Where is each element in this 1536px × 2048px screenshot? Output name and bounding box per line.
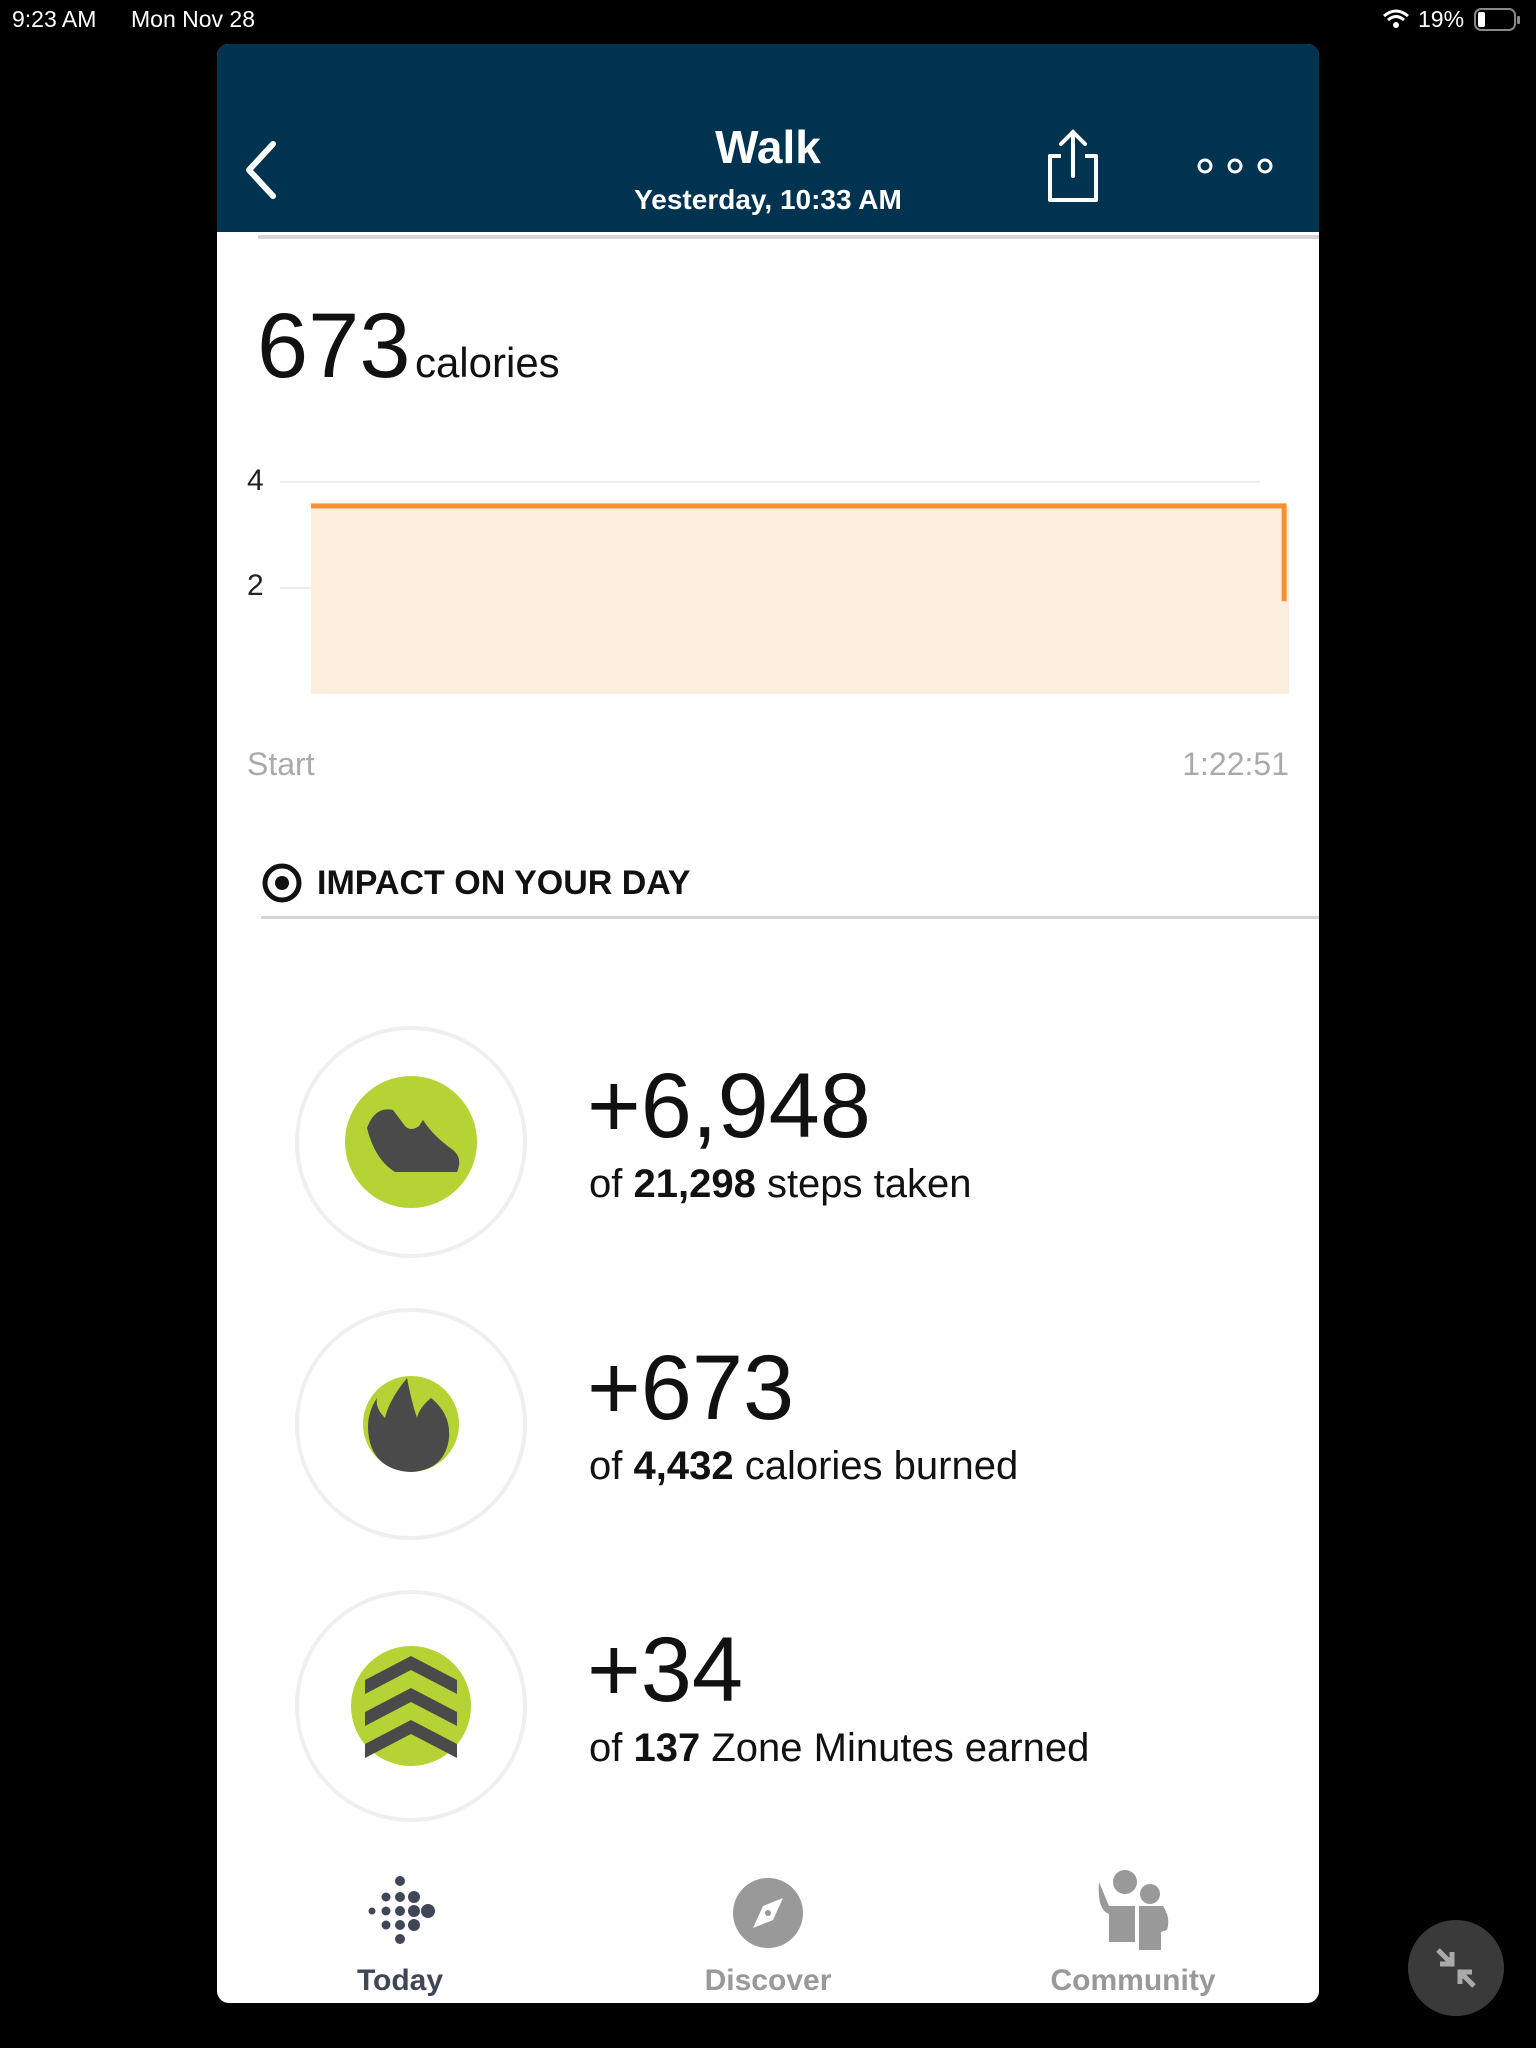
impact-total: 137 [633, 1726, 701, 1770]
battery-icon [1474, 8, 1520, 31]
calories-unit: calories [414, 339, 560, 386]
impact-total: 4,432 [633, 1444, 734, 1488]
impact-ring [295, 1026, 527, 1258]
impact-suffix: Zone Minutes earned [700, 1726, 1090, 1770]
status-time: 9:23 AM [12, 6, 97, 32]
impact-prefix: of [589, 1726, 634, 1770]
page-subtitle: Yesterday, 10:33 AM [634, 184, 902, 215]
collapse-arrows-icon [1436, 1948, 1476, 1988]
impact-ring [295, 1590, 527, 1822]
fitbit-dots-icon [368, 1876, 435, 1944]
x-label-end: 1:22:51 [1182, 746, 1289, 782]
calories-summary: 673 calories [257, 294, 560, 399]
impact-suffix: calories burned [733, 1444, 1019, 1488]
impact-value: +673 [587, 1337, 795, 1439]
target-icon [262, 863, 302, 903]
area-fill [311, 505, 1289, 694]
activity-card: Walk Yesterday, 10:33 AM 673 calories 4 … [217, 44, 1319, 2003]
impact-value: +34 [587, 1619, 744, 1721]
compass-icon [733, 1878, 803, 1948]
impact-value: +6,948 [587, 1055, 871, 1157]
divider [261, 916, 1319, 919]
impact-suffix: steps taken [755, 1162, 972, 1206]
y-tick-2: 2 [247, 569, 264, 602]
impact-title: IMPACT ON YOUR DAY [317, 864, 691, 902]
calories-chart [280, 481, 1289, 694]
share-icon[interactable] [1043, 128, 1103, 204]
page-title: Walk [715, 121, 821, 173]
divider [258, 235, 1319, 239]
tab-today[interactable]: Today [280, 1864, 520, 2003]
community-icon [1098, 1870, 1169, 1950]
more-options-icon[interactable] [1195, 156, 1275, 176]
impact-ring [295, 1308, 527, 1540]
tab-bar: Today Discover Community [217, 1864, 1319, 2003]
flame-icon [363, 1376, 459, 1472]
minimize-button[interactable] [1408, 1920, 1504, 2016]
impact-total: 21,298 [633, 1162, 756, 1206]
tab-discover[interactable]: Discover [648, 1864, 888, 2003]
tab-label: Discover [704, 1964, 832, 1997]
shoe-icon [345, 1076, 477, 1208]
tab-label: Community [1050, 1964, 1216, 1997]
x-label-start: Start [247, 746, 315, 782]
wifi-icon [1383, 9, 1409, 28]
y-tick-4: 4 [247, 464, 264, 497]
impact-prefix: of [589, 1444, 634, 1488]
tab-community[interactable]: Community [1013, 1864, 1253, 2003]
tab-label: Today [356, 1964, 444, 1997]
battery-percent: 19% [1418, 6, 1465, 32]
impact-prefix: of [589, 1162, 634, 1206]
header-bar: Walk Yesterday, 10:33 AM [217, 44, 1319, 232]
calories-value: 673 [257, 295, 411, 397]
impact-description: of 137 Zone Minutes earned [589, 1726, 1089, 1771]
zone-minutes-icon [351, 1646, 471, 1766]
impact-description: of 4,432 calories burned [589, 1444, 1018, 1489]
status-date: Mon Nov 28 [131, 6, 256, 32]
impact-description: of 21,298 steps taken [589, 1162, 972, 1207]
